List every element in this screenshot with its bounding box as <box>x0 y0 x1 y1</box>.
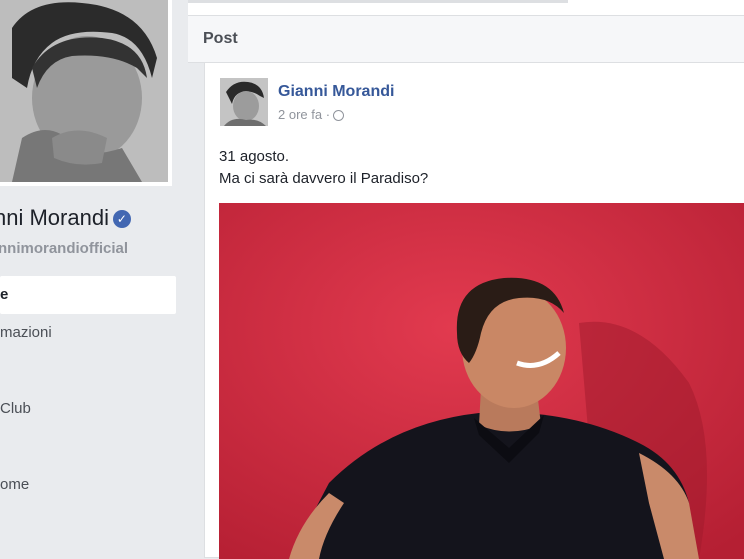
post-time-text: 2 ore fa · <box>278 107 331 122</box>
author-name[interactable]: Gianni Morandi <box>278 83 394 101</box>
left-column: nni Morandi ✓ nnimorandiofficial e mazion… <box>0 0 188 558</box>
post-photo[interactable] <box>219 203 744 559</box>
nav-item-5[interactable] <box>0 428 176 466</box>
nav-item-club[interactable]: Club <box>0 390 176 428</box>
nav-item-home[interactable]: e <box>0 276 176 314</box>
globe-icon <box>333 110 345 122</box>
page-name-text: nni Morandi <box>0 205 109 230</box>
left-nav: e mazioni Club ome <box>0 276 176 542</box>
author-avatar[interactable] <box>220 78 268 126</box>
section-title: Post <box>203 30 238 47</box>
top-card-rule <box>188 0 568 3</box>
nav-item-home-2[interactable]: ome <box>0 466 176 504</box>
profile-photo[interactable] <box>0 0 172 186</box>
post-time[interactable]: 2 ore fa · <box>278 107 345 122</box>
post-text-line-1: 31 agosto. <box>219 148 290 165</box>
verified-badge-icon: ✓ <box>112 210 131 229</box>
post-text: 31 agosto. Ma ci sarà davvero il Paradis… <box>219 146 428 190</box>
nav-item-3[interactable] <box>0 352 176 390</box>
post-text-line-2: Ma ci sarà davvero il Paradiso? <box>219 170 429 187</box>
page-handle: nnimorandiofficial <box>0 240 129 257</box>
section-header: Post <box>188 16 744 63</box>
nav-item-7[interactable] <box>0 504 176 542</box>
top-card <box>188 0 744 16</box>
nav-item-info[interactable]: mazioni <box>0 314 176 352</box>
post-card: Gianni Morandi 2 ore fa · 31 agosto. Ma … <box>204 62 744 559</box>
page-name[interactable]: nni Morandi ✓ <box>0 205 131 231</box>
